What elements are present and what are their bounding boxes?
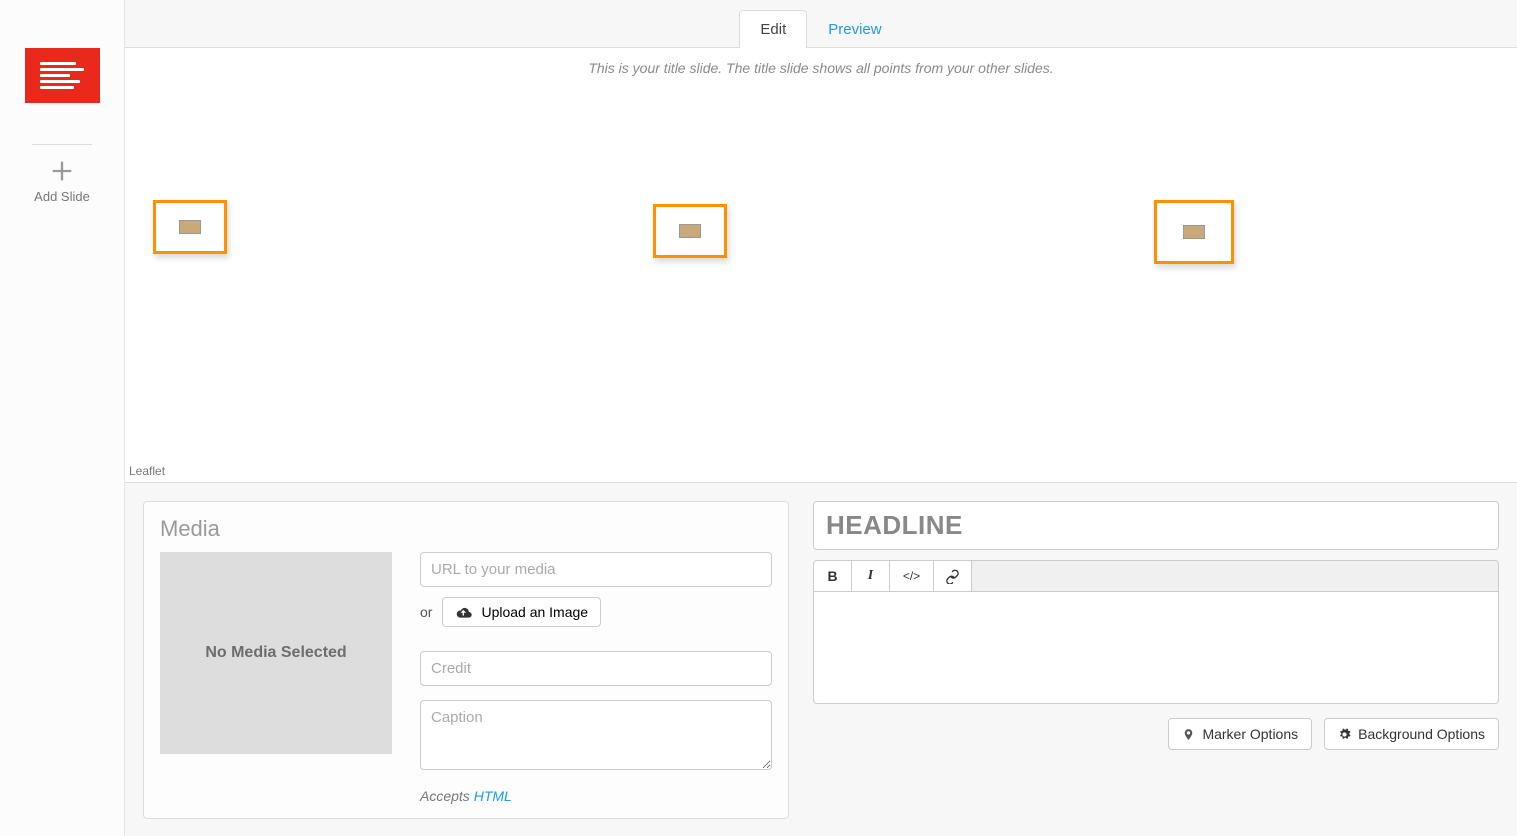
gear-icon (1338, 728, 1351, 741)
background-options-button[interactable]: Background Options (1324, 718, 1499, 750)
text-toolbar: B I </> (813, 560, 1499, 592)
upload-image-button[interactable]: Upload an Image (442, 597, 601, 627)
media-caption-input[interactable] (420, 700, 772, 770)
accepts-row: Accepts HTML (420, 788, 772, 804)
marker-thumb-icon (1183, 225, 1205, 239)
code-button[interactable]: </> (890, 561, 934, 591)
cloud-upload-icon (455, 605, 473, 619)
map-marker[interactable] (1154, 200, 1234, 264)
slide-sidebar: Add Slide (0, 0, 125, 836)
marker-thumb-icon (679, 224, 701, 238)
media-panel: Media No Media Selected or Upload an Ima… (143, 501, 789, 819)
marker-thumb-icon (179, 220, 201, 234)
accepts-html-link[interactable]: HTML (474, 788, 512, 804)
headline-input[interactable] (814, 502, 1498, 549)
plus-icon (48, 157, 76, 185)
background-options-label: Background Options (1358, 726, 1485, 742)
canvas-description: This is your title slide. The title slid… (125, 48, 1517, 88)
title-slide-thumbnail[interactable] (25, 48, 100, 103)
tab-preview[interactable]: Preview (807, 10, 902, 48)
add-slide-button[interactable]: Add Slide (34, 157, 90, 204)
no-media-label: No Media Selected (205, 644, 346, 662)
editor-row: Media No Media Selected or Upload an Ima… (125, 483, 1517, 819)
bold-icon: B (827, 568, 837, 584)
canvas-wrap: This is your title slide. The title slid… (125, 48, 1517, 483)
map-marker[interactable] (153, 200, 227, 254)
media-preview[interactable]: No Media Selected (160, 552, 392, 754)
bold-button[interactable]: B (814, 561, 852, 591)
map-canvas[interactable]: Leaflet (125, 88, 1517, 482)
marker-options-button[interactable]: Marker Options (1168, 718, 1312, 750)
tab-edit[interactable]: Edit (739, 10, 807, 48)
tabs-row: Edit Preview (125, 0, 1517, 48)
media-url-input[interactable] (420, 552, 772, 587)
media-credit-input[interactable] (420, 651, 772, 686)
sidebar-divider (32, 144, 92, 145)
link-button[interactable] (934, 561, 972, 591)
thumb-lines-icon (40, 62, 84, 89)
body-text-editor[interactable] (813, 592, 1499, 704)
map-attribution[interactable]: Leaflet (129, 464, 165, 478)
content-panel: B I </> Marker Options B (813, 501, 1499, 819)
main-area: Edit Preview This is your title slide. T… (125, 0, 1517, 836)
media-title: Media (160, 516, 772, 542)
accepts-prefix: Accepts (420, 788, 474, 804)
headline-wrap (813, 501, 1499, 550)
upload-image-label: Upload an Image (481, 604, 588, 620)
or-label: or (420, 604, 432, 620)
marker-options-label: Marker Options (1202, 726, 1298, 742)
pin-icon (1182, 728, 1195, 741)
code-icon: </> (903, 569, 920, 583)
italic-button[interactable]: I (852, 561, 890, 591)
toolbar-spacer (972, 561, 1498, 591)
link-icon (945, 569, 960, 584)
add-slide-label: Add Slide (34, 189, 90, 204)
map-marker[interactable] (653, 204, 727, 258)
italic-icon: I (868, 568, 873, 584)
